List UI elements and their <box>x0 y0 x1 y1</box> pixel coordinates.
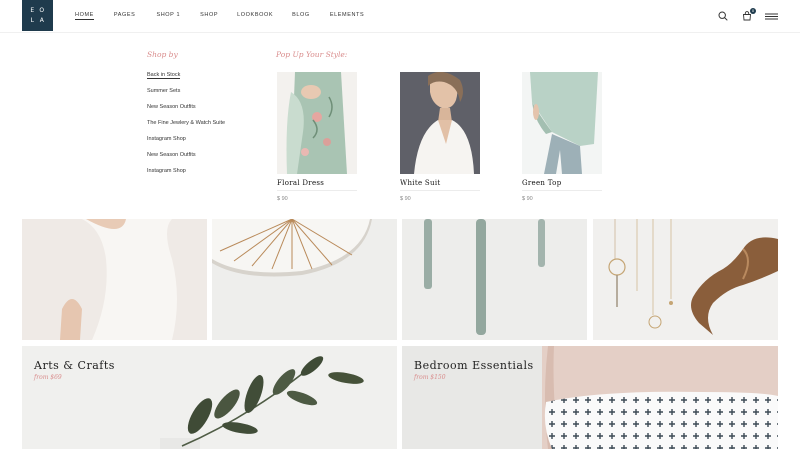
category-price: from $150 <box>414 374 446 381</box>
category-title: Arts & Crafts <box>34 359 115 372</box>
shop-by-heading: Shop by <box>147 50 178 59</box>
product-price: $ 90 <box>277 196 288 202</box>
tile-fashion-image[interactable] <box>22 219 207 340</box>
logo-letter: A <box>39 17 45 25</box>
search-icon[interactable] <box>716 10 730 22</box>
product-image-white-suit[interactable] <box>400 72 480 174</box>
category-caption: Bedroom Essentials from $150 <box>414 359 534 381</box>
product-card: White Suit $ 90 <box>400 72 480 202</box>
shop-by-list: Back in Stock Summer Sets New Season Out… <box>147 71 225 183</box>
nav-home[interactable]: Home <box>75 12 94 20</box>
category-price: from $69 <box>34 374 62 381</box>
product-price: $ 90 <box>522 196 533 202</box>
shop-by-item-label: Back in Stock <box>147 72 181 79</box>
shop-by-item[interactable]: Instagram Shop <box>147 135 225 151</box>
category-bedroom-essentials[interactable]: Bedroom Essentials from $150 <box>402 346 778 449</box>
nav-pages[interactable]: Pages <box>114 12 136 20</box>
shop-by-item[interactable]: Back in Stock <box>147 71 225 87</box>
tile-stool-image[interactable] <box>402 219 587 340</box>
product-card: Floral Dress $ 90 <box>277 72 357 202</box>
nav-lookbook[interactable]: Lookbook <box>237 12 273 20</box>
shop-by-item[interactable]: New Season Outfits <box>147 151 225 167</box>
category-caption: Arts & Crafts from $69 <box>34 359 115 381</box>
shop-by-item[interactable]: Instagram Shop <box>147 167 225 183</box>
nav-blog[interactable]: Blog <box>292 12 310 20</box>
main-nav: Home Pages Shop 1 Shop Lookbook Blog Ele… <box>75 12 364 20</box>
nav-shop-1[interactable]: Shop 1 <box>156 12 180 20</box>
logo-letter: E <box>30 6 36 14</box>
menu-icon[interactable] <box>764 10 778 22</box>
product-name[interactable]: Floral Dress <box>277 179 357 187</box>
logo[interactable]: E O L A <box>22 0 53 31</box>
mega-menu: Shop by Back in Stock Summer Sets New Se… <box>0 33 800 219</box>
product-image-green-top[interactable] <box>522 72 602 174</box>
shop-by-item[interactable]: The Fine Jewlery & Watch Suite <box>147 119 225 135</box>
divider <box>522 190 602 191</box>
category-arts-crafts[interactable]: Arts & Crafts from $69 <box>22 346 397 449</box>
popup-style-heading: Pop Up Your Style: <box>276 50 348 59</box>
nav-shop[interactable]: Shop <box>200 12 218 20</box>
logo-letter: O <box>39 6 46 14</box>
product-image-floral-dress[interactable] <box>277 72 357 174</box>
header-actions: 0 <box>716 8 778 22</box>
tile-jewelry-image[interactable] <box>593 219 778 340</box>
product-name[interactable]: White Suit <box>400 179 480 187</box>
shop-by-item[interactable]: New Season Outfits <box>147 103 225 119</box>
site-header: E O L A Home Pages Shop 1 Shop Lookbook … <box>0 0 800 33</box>
divider <box>400 190 480 191</box>
cart-icon[interactable]: 0 <box>740 8 756 22</box>
category-title: Bedroom Essentials <box>414 359 534 372</box>
product-card: Green Top $ 90 <box>522 72 602 202</box>
logo-letter: L <box>30 17 35 25</box>
nav-elements[interactable]: Elements <box>330 12 364 20</box>
divider <box>277 190 357 191</box>
product-name[interactable]: Green Top <box>522 179 602 187</box>
cart-count-badge: 0 <box>750 8 756 14</box>
tile-ceramic-plate-image[interactable] <box>212 219 397 340</box>
product-price: $ 90 <box>400 196 411 202</box>
shop-by-item[interactable]: Summer Sets <box>147 87 225 103</box>
